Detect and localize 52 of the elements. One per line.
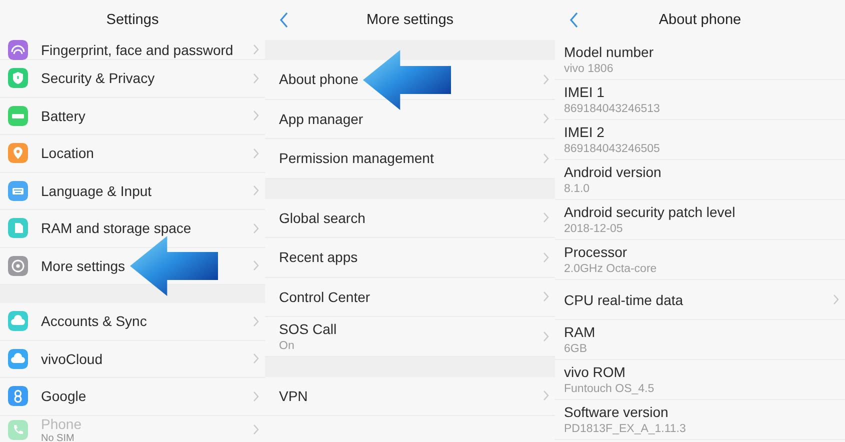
row-label: IMEI 2 <box>564 124 606 140</box>
row-label: Phone <box>41 416 82 432</box>
screen-title: Settings <box>106 12 159 28</box>
row-label: Model number <box>564 44 654 60</box>
screen-title: More settings <box>366 12 454 28</box>
menu-row[interactable]: CPU real-time data <box>555 280 845 320</box>
row-label: About phone <box>279 71 360 88</box>
row-label: Processor <box>564 244 628 260</box>
row-label: Language & Input <box>41 182 153 199</box>
row-label: Software version <box>564 404 670 420</box>
row-value: 8.1.0 <box>564 183 591 195</box>
menu-row[interactable]: Fingerprint, face and password <box>0 40 265 60</box>
menu-row[interactable]: Battery <box>0 98 265 135</box>
row-label: vivo ROM <box>564 364 626 380</box>
row-label: RAM and storage space <box>41 220 192 236</box>
row-label: Global search <box>279 210 366 226</box>
row-value: 2018-12-05 <box>564 223 624 235</box>
row-label: IMEI 1 <box>564 84 606 100</box>
row-label: Permission management <box>279 150 435 166</box>
menu-row[interactable]: Language & Input <box>0 172 265 210</box>
row-label: Battery <box>41 108 86 124</box>
row-label: CPU real-time data <box>564 292 684 308</box>
row-label: Location <box>41 145 95 162</box>
row-label: RAM <box>564 324 596 340</box>
row-label: Android version <box>564 164 662 180</box>
row-label: Control Center <box>279 288 372 305</box>
row-value: 6GB <box>564 343 588 355</box>
row-label: App manager <box>279 110 364 127</box>
row-label: SOS Call <box>279 320 338 337</box>
menu-row[interactable]: Google <box>0 378 265 416</box>
screen-title: About phone <box>658 12 742 28</box>
row-label: Android security patch level <box>564 204 736 220</box>
row-value: PD1813F_EX_A_1.11.3 <box>564 423 687 435</box>
row-label: Recent apps <box>279 249 359 266</box>
menu-row[interactable]: vivoCloud <box>0 340 265 378</box>
row-value: On <box>279 340 296 352</box>
row-value: 869184043246513 <box>564 103 661 115</box>
row-label: Fingerprint, face and password <box>41 42 234 58</box>
menu-row[interactable]: Accounts & Sync <box>0 303 265 340</box>
row-label: Security & Privacy <box>41 70 156 86</box>
menu-row[interactable]: Security & Privacy <box>0 60 265 98</box>
row-label: More settings <box>41 258 126 274</box>
row-label: VPN <box>279 388 309 404</box>
row-value: vivo 1806 <box>564 63 614 75</box>
row-value: 2.0GHz Octa-core <box>564 263 658 275</box>
row-value: No SIM <box>41 432 76 442</box>
row-label: Accounts & Sync <box>41 313 148 330</box>
row-label: vivoCloud <box>41 350 104 367</box>
menu-row[interactable]: Location <box>0 135 265 172</box>
row-value: Funtouch OS_4.5 <box>564 383 656 395</box>
row-value: 869184043246505 <box>564 143 661 155</box>
row-label: Google <box>41 388 88 404</box>
